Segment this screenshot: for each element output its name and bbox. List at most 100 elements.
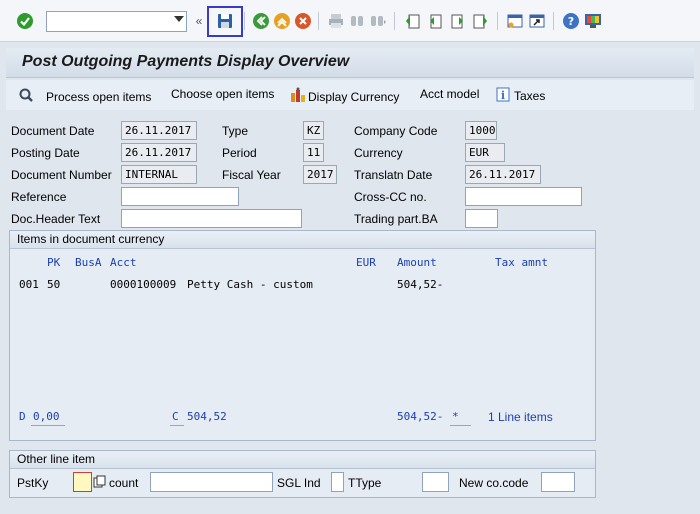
sgl-ind-input[interactable] [331,472,344,492]
copy-icon[interactable] [93,475,106,488]
print-icon[interactable] [327,12,345,30]
back-icon[interactable] [252,12,270,30]
translatn-date-label: Translatn Date [354,168,433,182]
dropdown-arrow-icon[interactable] [174,16,184,22]
application-toolbar: Process open items Choose open items Dis… [6,80,694,110]
line-items-count: 1 Line items [488,410,553,424]
acct-model-button[interactable]: Acct model [420,87,479,101]
taxes-button[interactable]: i Taxes [496,87,545,105]
choose-open-items-button[interactable]: Choose open items [171,87,274,101]
process-icon [18,87,34,106]
currency-field: EUR [465,143,505,162]
debit-underline [31,425,65,426]
column-header-acct: Acct [110,256,137,269]
toolbar-separator [318,12,319,30]
reference-label: Reference [11,190,67,204]
cross-cc-input[interactable] [465,187,582,206]
info-icon: i [496,87,510,105]
sgl-ind-label: SGL Ind [277,476,321,490]
credit-total: 504,52 [187,410,227,423]
title-bar: Post Outgoing Payments Display Overview [6,48,694,78]
process-open-items-button[interactable]: Process open items [18,87,151,106]
page-title: Post Outgoing Payments Display Overview [22,53,350,70]
type-field: KZ [303,121,324,140]
credit-label: C [172,410,179,423]
translatn-date-field: 26.11.2017 [465,165,541,184]
balance-total: 504,52- [397,410,444,423]
column-header-tax-amnt: Tax amnt [495,256,548,269]
standard-toolbar: « ? [0,0,700,42]
fiscal-year-field: 2017 [303,165,337,184]
posting-date-label: Posting Date [11,146,80,160]
trading-part-ba-input[interactable] [465,209,498,228]
other-line-item-group: Other line item [9,450,596,498]
pstky-input[interactable] [73,472,92,492]
save-icon[interactable] [216,12,234,30]
find-icon[interactable] [348,12,366,30]
period-field: 11 [303,143,324,162]
acct-model-label: Acct model [420,87,480,101]
toolbar-separator [394,12,395,30]
row-pk: 50 [47,278,61,291]
count-label: count [109,476,139,490]
company-code-label: Company Code [354,124,438,138]
period-label: Period [222,146,257,160]
currency-label: Currency [354,146,403,160]
check-icon[interactable] [16,12,34,30]
process-open-items-label: Process open items [46,89,152,104]
customize-layout-icon[interactable] [584,12,602,30]
account-input[interactable] [150,472,273,492]
document-date-field: 26.11.2017 [121,121,197,140]
toolbar-separator [244,12,245,30]
display-currency-button[interactable]: Display Currency [290,87,399,106]
create-session-icon[interactable] [506,12,524,30]
choose-open-items-label: Choose open items [171,87,275,101]
ttype-label: TType [348,476,382,490]
taxes-label: Taxes [514,89,546,103]
column-header-busa: BusA [75,256,102,269]
items-group-title: Items in document currency [10,231,595,249]
cancel-icon[interactable] [294,12,312,30]
other-line-item-title: Other line item [10,451,595,469]
svg-text:i: i [501,89,505,102]
credit-underline [170,425,184,426]
row-text: Petty Cash - custom [187,278,313,291]
new-co-code-input[interactable] [541,472,575,492]
column-header-pk: PK [47,256,61,269]
debit-total: 0,00 [33,410,60,423]
document-date-label: Document Date [11,124,95,138]
collapse-icon[interactable]: « [193,12,205,30]
fiscal-year-label: Fiscal Year [222,168,281,182]
balance-flag: * [452,410,459,423]
posting-date-field: 26.11.2017 [121,143,197,162]
command-field[interactable] [46,11,187,32]
shortcut-icon[interactable] [528,12,546,30]
ttype-input[interactable] [422,472,449,492]
document-number-label: Document Number [11,168,112,182]
doc-header-text-input[interactable] [121,209,302,228]
column-header-eur: EUR [356,256,376,269]
currency-icon [290,87,307,106]
column-header-amount: Amount [397,256,437,269]
previous-page-icon[interactable] [426,12,444,30]
debit-label: D [19,410,26,423]
last-page-icon[interactable] [472,12,490,30]
document-number-field: INTERNAL [121,165,197,184]
trading-part-ba-label: Trading part.BA [354,212,438,226]
pstky-label: PstKy [17,476,49,490]
balance-flag-underline [450,425,471,426]
find-next-icon[interactable] [369,12,387,30]
type-label: Type [222,124,249,138]
svg-text:?: ? [568,15,574,28]
doc-header-text-label: Doc.Header Text [11,212,101,226]
company-code-field: 1000 [465,121,497,140]
exit-icon[interactable] [273,12,291,30]
toolbar-separator [553,12,554,30]
cross-cc-label: Cross-CC no. [354,190,427,204]
row-acct: 0000100009 [110,278,177,291]
help-icon[interactable]: ? [562,12,580,30]
reference-input[interactable] [121,187,239,206]
display-currency-label: Display Currency [308,89,400,104]
next-page-icon[interactable] [449,12,467,30]
first-page-icon[interactable] [403,12,421,30]
